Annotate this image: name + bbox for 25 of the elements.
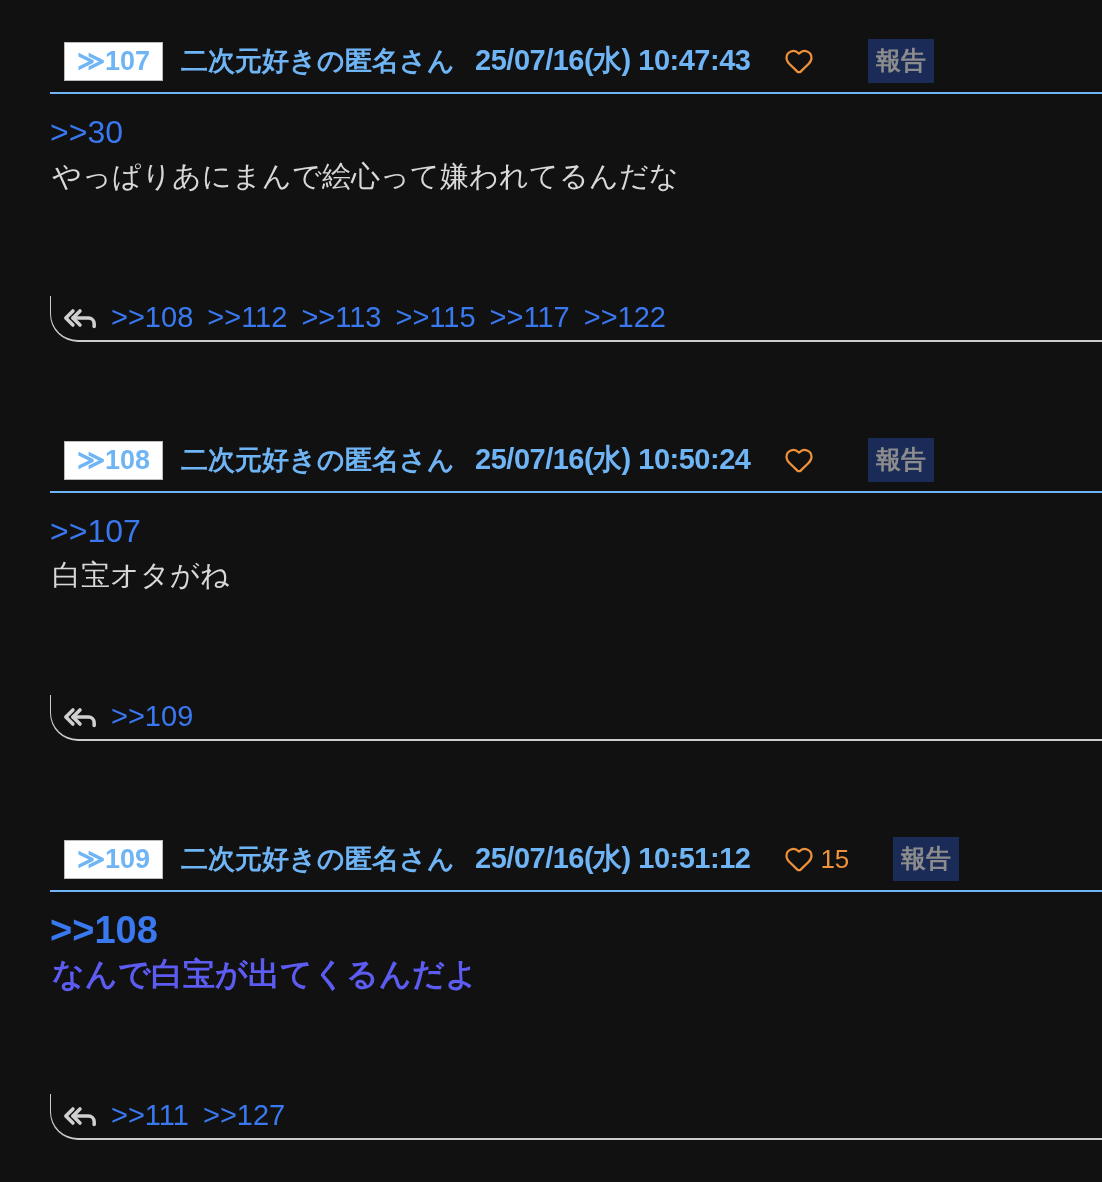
reply-link[interactable]: >>108 [111,296,194,340]
reply-anchor[interactable]: >>108 [50,910,1102,950]
post-date: 25/07/16(水) 10:51:12 [475,841,751,877]
report-button[interactable]: 報告 [868,39,935,83]
poster-name: 二次元好きの匿名さん [181,842,456,876]
reply-link[interactable]: >>122 [583,296,666,340]
report-button[interactable]: 報告 [893,837,960,881]
reply-link[interactable]: >>127 [202,1094,286,1138]
post-date: 25/07/16(水) 10:47:43 [475,43,751,79]
reply-link[interactable]: >>112 [207,296,288,340]
post-body: なんで白宝が出てくるんだよ [51,955,479,994]
reply-anchor[interactable]: >>30 [50,112,1102,152]
reply-link[interactable]: >>109 [111,695,194,739]
reply-link[interactable]: >>117 [489,296,570,340]
reply-link[interactable]: >>115 [395,296,476,340]
reply-anchor[interactable]: >>107 [50,511,1102,551]
like-button[interactable]: 15 [784,839,850,879]
poster-name: 二次元好きの匿名さん [181,443,456,477]
poster-name: 二次元好きの匿名さん [181,44,456,78]
post-body: 白宝オタがね [51,558,231,593]
post-body: やっぱりあにまんで絵心って嫌われてるんだな [51,159,680,194]
report-button[interactable]: 報告 [868,438,935,482]
reply-link[interactable]: >>113 [301,296,382,340]
post-date: 25/07/16(水) 10:50:24 [475,442,751,478]
reply-link[interactable]: >>111 [111,1094,189,1138]
